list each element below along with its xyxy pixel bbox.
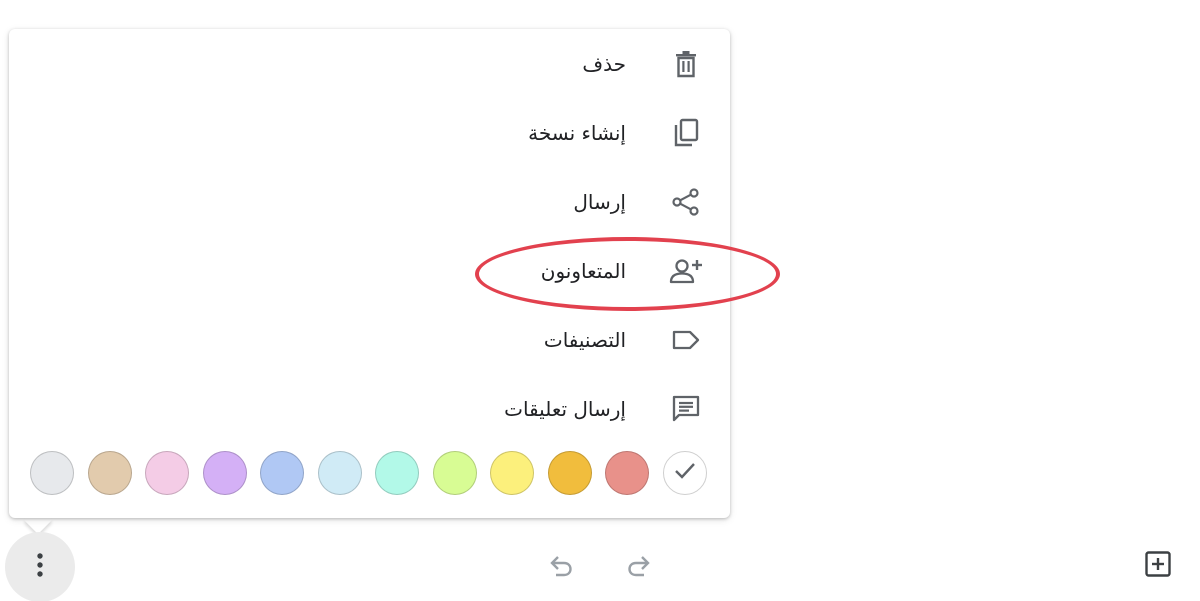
color-swatch-default[interactable] xyxy=(663,451,707,495)
add-box-icon xyxy=(1144,550,1172,582)
redo-icon xyxy=(626,551,654,581)
color-swatch-pink[interactable] xyxy=(145,451,189,495)
color-swatch-yellow[interactable] xyxy=(490,451,534,495)
trash-icon xyxy=(666,44,706,84)
menu-item-collaborators[interactable]: المتعاونون xyxy=(9,237,730,305)
label-tag-icon xyxy=(666,320,706,360)
undo-icon xyxy=(546,551,574,581)
undo-button[interactable] xyxy=(542,548,578,584)
color-swatch-brown[interactable] xyxy=(88,451,132,495)
menu-item-labels[interactable]: التصنيفات xyxy=(9,306,730,374)
color-palette xyxy=(9,451,730,497)
color-swatch-blue[interactable] xyxy=(260,451,304,495)
color-swatch-orange[interactable] xyxy=(548,451,592,495)
menu-item-delete[interactable]: حذف xyxy=(9,30,730,98)
menu-item-label: إنشاء نسخة xyxy=(528,121,626,145)
menu-item-label: التصنيفات xyxy=(543,328,626,352)
color-swatch-green[interactable] xyxy=(433,451,477,495)
menu-item-label: إرسال تعليقات xyxy=(504,397,626,421)
feedback-icon xyxy=(666,389,706,429)
add-box-button[interactable] xyxy=(1140,548,1176,584)
add-person-icon xyxy=(666,251,706,291)
menu-item-copy[interactable]: إنشاء نسخة xyxy=(9,99,730,167)
menu-item-feedback[interactable]: إرسال تعليقات xyxy=(9,375,730,443)
color-swatch-gray[interactable] xyxy=(30,451,74,495)
menu-item-label: المتعاونون xyxy=(540,259,626,283)
color-swatch-red[interactable] xyxy=(605,451,649,495)
menu-item-send[interactable]: إرسال xyxy=(9,168,730,236)
color-swatch-teal[interactable] xyxy=(375,451,419,495)
menu-item-label: إرسال xyxy=(573,190,626,214)
check-icon xyxy=(673,461,697,485)
share-icon xyxy=(666,182,706,222)
more-vertical-icon xyxy=(35,552,45,582)
redo-button[interactable] xyxy=(622,548,658,584)
color-swatch-light-blue[interactable] xyxy=(318,451,362,495)
menu-item-label: حذف xyxy=(582,52,626,76)
copy-icon xyxy=(666,113,706,153)
more-options-button[interactable] xyxy=(5,532,75,601)
note-stage: حذف إنشاء نسخة إرسال المتعاونون التصنيفا… xyxy=(0,0,1200,601)
color-swatch-purple[interactable] xyxy=(203,451,247,495)
